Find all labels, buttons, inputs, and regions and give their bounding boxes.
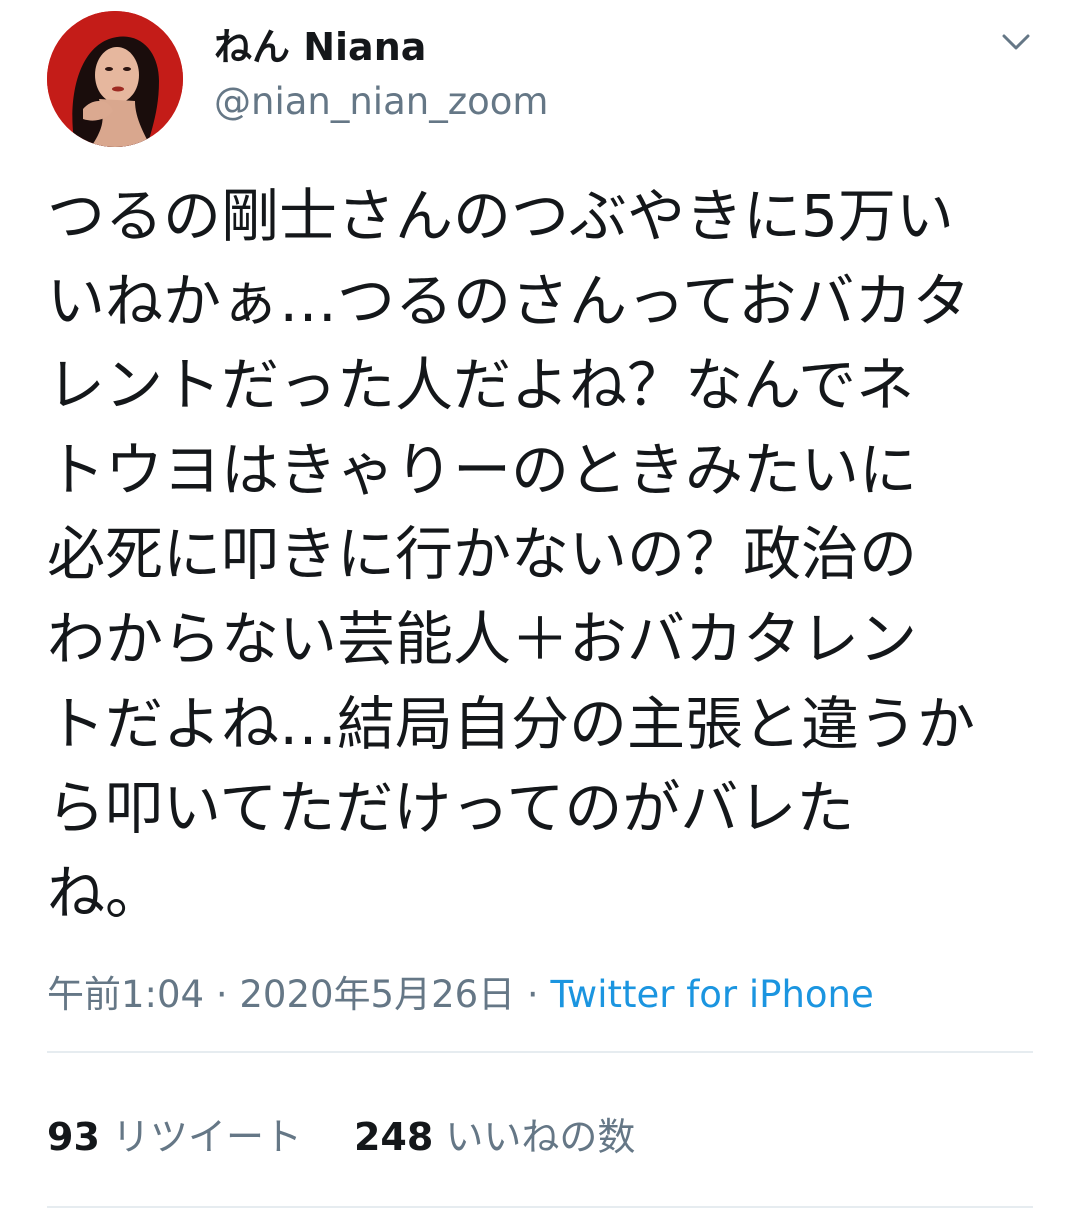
likes-count: 248	[353, 1115, 434, 1159]
tweet-source-link[interactable]: Twitter for iPhone	[550, 973, 873, 1016]
retweets-count: 93	[47, 1115, 100, 1159]
display-name[interactable]: ねん Niana	[214, 22, 426, 72]
avatar[interactable]	[47, 11, 183, 147]
tweet-timestamp[interactable]: 午前1:04 · 2020年5月26日	[47, 973, 527, 1016]
meta-separator: ·	[526, 973, 551, 1016]
tweet-text: つるの剛士さんのつぶやきに5万い いねかぁ…つるのさんっておバカタ レントだった…	[47, 182, 976, 927]
divider	[47, 1206, 1033, 1208]
user-handle[interactable]: @nian_nian_zoom	[214, 78, 548, 126]
profile-photo	[47, 11, 183, 147]
divider	[47, 1051, 1033, 1053]
likes-stat[interactable]: 248 いいねの数	[354, 1115, 635, 1159]
chevron-down-icon[interactable]	[996, 26, 1036, 60]
tweet-metadata: 午前1:04 · 2020年5月26日 · Twitter for iPhone	[47, 970, 874, 1020]
tweet-stats: 93 リツイート 248 いいねの数	[47, 1112, 635, 1162]
retweets-stat[interactable]: 93 リツイート	[47, 1115, 302, 1159]
likes-label: いいねの数	[433, 1115, 636, 1159]
retweets-label: リツイート	[99, 1115, 302, 1159]
